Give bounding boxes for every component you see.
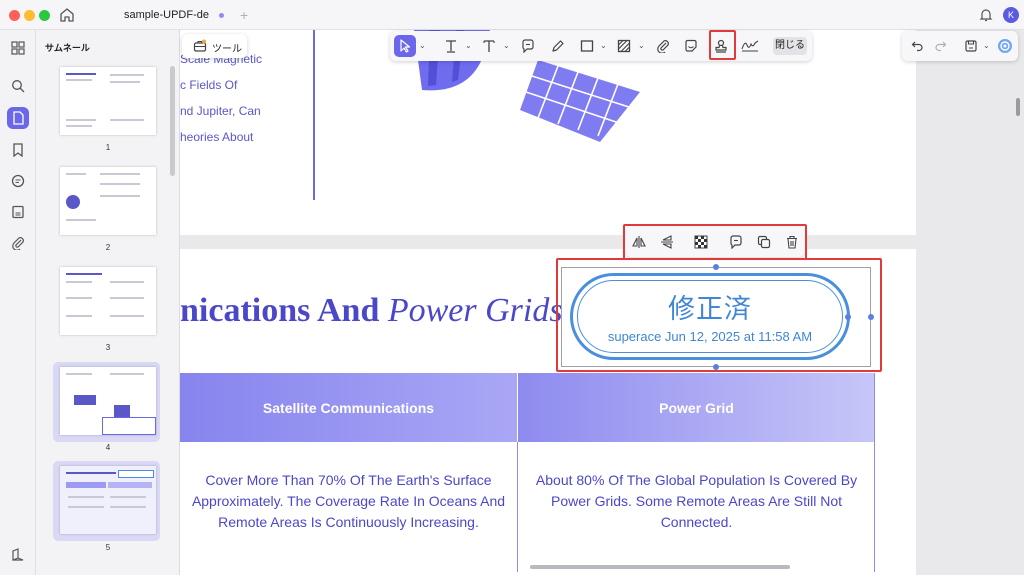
toolbox-icon bbox=[193, 39, 207, 52]
stamp-toolbar-highlight bbox=[623, 224, 807, 260]
text-menu-caret-icon[interactable]: ⌄ bbox=[465, 41, 472, 50]
undo-save-bar: ⌄ bbox=[902, 31, 1018, 61]
thumbnail-page[interactable] bbox=[60, 267, 156, 335]
tools-label: ツール bbox=[212, 44, 242, 55]
select-icon[interactable] bbox=[394, 35, 416, 57]
comment-icon[interactable] bbox=[517, 35, 539, 57]
ai-assistant-icon[interactable] bbox=[994, 35, 1016, 57]
tab-title: sample-UPDF-de bbox=[124, 9, 209, 21]
stamp-tool-highlight bbox=[709, 30, 736, 60]
attachment-icon[interactable] bbox=[652, 35, 674, 57]
signature-icon[interactable] bbox=[739, 35, 761, 57]
thumbnail-page-number: 1 bbox=[105, 143, 111, 152]
table-header-power-grid: Power Grid bbox=[518, 373, 875, 442]
select-menu-caret-icon[interactable]: ⌄ bbox=[419, 41, 426, 50]
close-window-button[interactable] bbox=[9, 10, 20, 21]
thumbnail-panel: サムネール 1 2 3 4 5 bbox=[36, 30, 180, 575]
table-header-satellite: Satellite Communications bbox=[180, 373, 517, 442]
layers-icon[interactable] bbox=[7, 544, 29, 566]
save-menu-caret-icon[interactable]: ⌄ bbox=[983, 41, 990, 50]
thumbnail-panel-title: サムネール bbox=[45, 43, 90, 53]
home-icon[interactable] bbox=[58, 6, 76, 24]
search-icon[interactable] bbox=[7, 75, 29, 97]
undo-icon[interactable] bbox=[906, 35, 928, 57]
close-toolbar-button[interactable]: 閉じる bbox=[773, 37, 807, 55]
thumbnail-page-number: 5 bbox=[105, 543, 111, 552]
text-box-icon[interactable] bbox=[478, 35, 500, 57]
left-rail bbox=[0, 30, 36, 575]
page-divider-line bbox=[313, 30, 315, 200]
title-bar: sample-UPDF-de + K bbox=[0, 0, 1024, 30]
app-window: sample-UPDF-de + K サムネール 1 2 3 4 5 Scale… bbox=[0, 0, 1024, 575]
redo-icon[interactable] bbox=[930, 35, 952, 57]
form-icon[interactable] bbox=[7, 201, 29, 223]
thumbnail-scrollbar[interactable] bbox=[170, 66, 175, 176]
sticker-icon[interactable] bbox=[680, 35, 702, 57]
table-cell-power-grid: About 80% Of The Global Population Is Co… bbox=[535, 472, 858, 530]
horizontal-scrollbar[interactable] bbox=[530, 565, 790, 569]
pencil-icon[interactable] bbox=[547, 35, 569, 57]
thumbnail-page-number: 3 bbox=[105, 343, 111, 352]
thumbnail-icon[interactable] bbox=[7, 107, 29, 129]
document-tab[interactable]: sample-UPDF-de bbox=[88, 0, 238, 30]
thumbnail-page-number: 2 bbox=[105, 243, 111, 252]
attachment-icon[interactable] bbox=[7, 232, 29, 254]
bookmark-icon[interactable] bbox=[7, 139, 29, 161]
rectangle-icon[interactable] bbox=[576, 35, 598, 57]
text-box-menu-caret-icon[interactable]: ⌄ bbox=[503, 41, 510, 50]
annotation-toolbar: ⌄ ⌄ ⌄ ⌄ ⌄ 閉じる bbox=[390, 31, 812, 61]
minimize-window-button[interactable] bbox=[24, 10, 35, 21]
page-text-line: c Fields Of bbox=[180, 78, 238, 92]
avatar[interactable]: K bbox=[1003, 7, 1019, 23]
thumbnail-page-number: 4 bbox=[105, 443, 111, 452]
unsaved-dot-icon bbox=[219, 13, 224, 18]
pattern-menu-caret-icon[interactable]: ⌄ bbox=[638, 41, 645, 50]
page-heading: nications And Power Grids bbox=[180, 292, 563, 330]
zoom-window-button[interactable] bbox=[39, 10, 50, 21]
grid-icon[interactable] bbox=[7, 37, 29, 59]
pattern-icon[interactable] bbox=[613, 35, 635, 57]
page-text-line: nd Jupiter, Can bbox=[180, 104, 261, 118]
heading-italic: Power Grids bbox=[387, 292, 563, 329]
comment-list-icon[interactable] bbox=[7, 170, 29, 192]
tools-button[interactable]: ツール bbox=[182, 34, 247, 58]
thumbnail-page[interactable] bbox=[60, 466, 156, 534]
bell-icon[interactable] bbox=[978, 7, 994, 23]
shape-menu-caret-icon[interactable]: ⌄ bbox=[600, 41, 607, 50]
page-text-line: heories About bbox=[180, 130, 254, 144]
text-icon[interactable] bbox=[440, 35, 462, 57]
save-icon[interactable] bbox=[960, 35, 982, 57]
document-canvas[interactable]: Scale Magnetic c Fields Of nd Jupiter, C… bbox=[180, 30, 1024, 575]
vertical-scrollbar[interactable] bbox=[1016, 98, 1020, 116]
table-cell-satellite: Cover More Than 70% Of The Earth's Surfa… bbox=[191, 472, 506, 530]
thumbnail-page[interactable] bbox=[60, 367, 156, 435]
heading-bold: nications And bbox=[180, 292, 380, 329]
stamp-highlight bbox=[556, 258, 882, 372]
thumbnail-page[interactable] bbox=[60, 67, 156, 135]
new-tab-icon[interactable]: + bbox=[240, 7, 248, 23]
thumbnail-page[interactable] bbox=[60, 167, 156, 235]
